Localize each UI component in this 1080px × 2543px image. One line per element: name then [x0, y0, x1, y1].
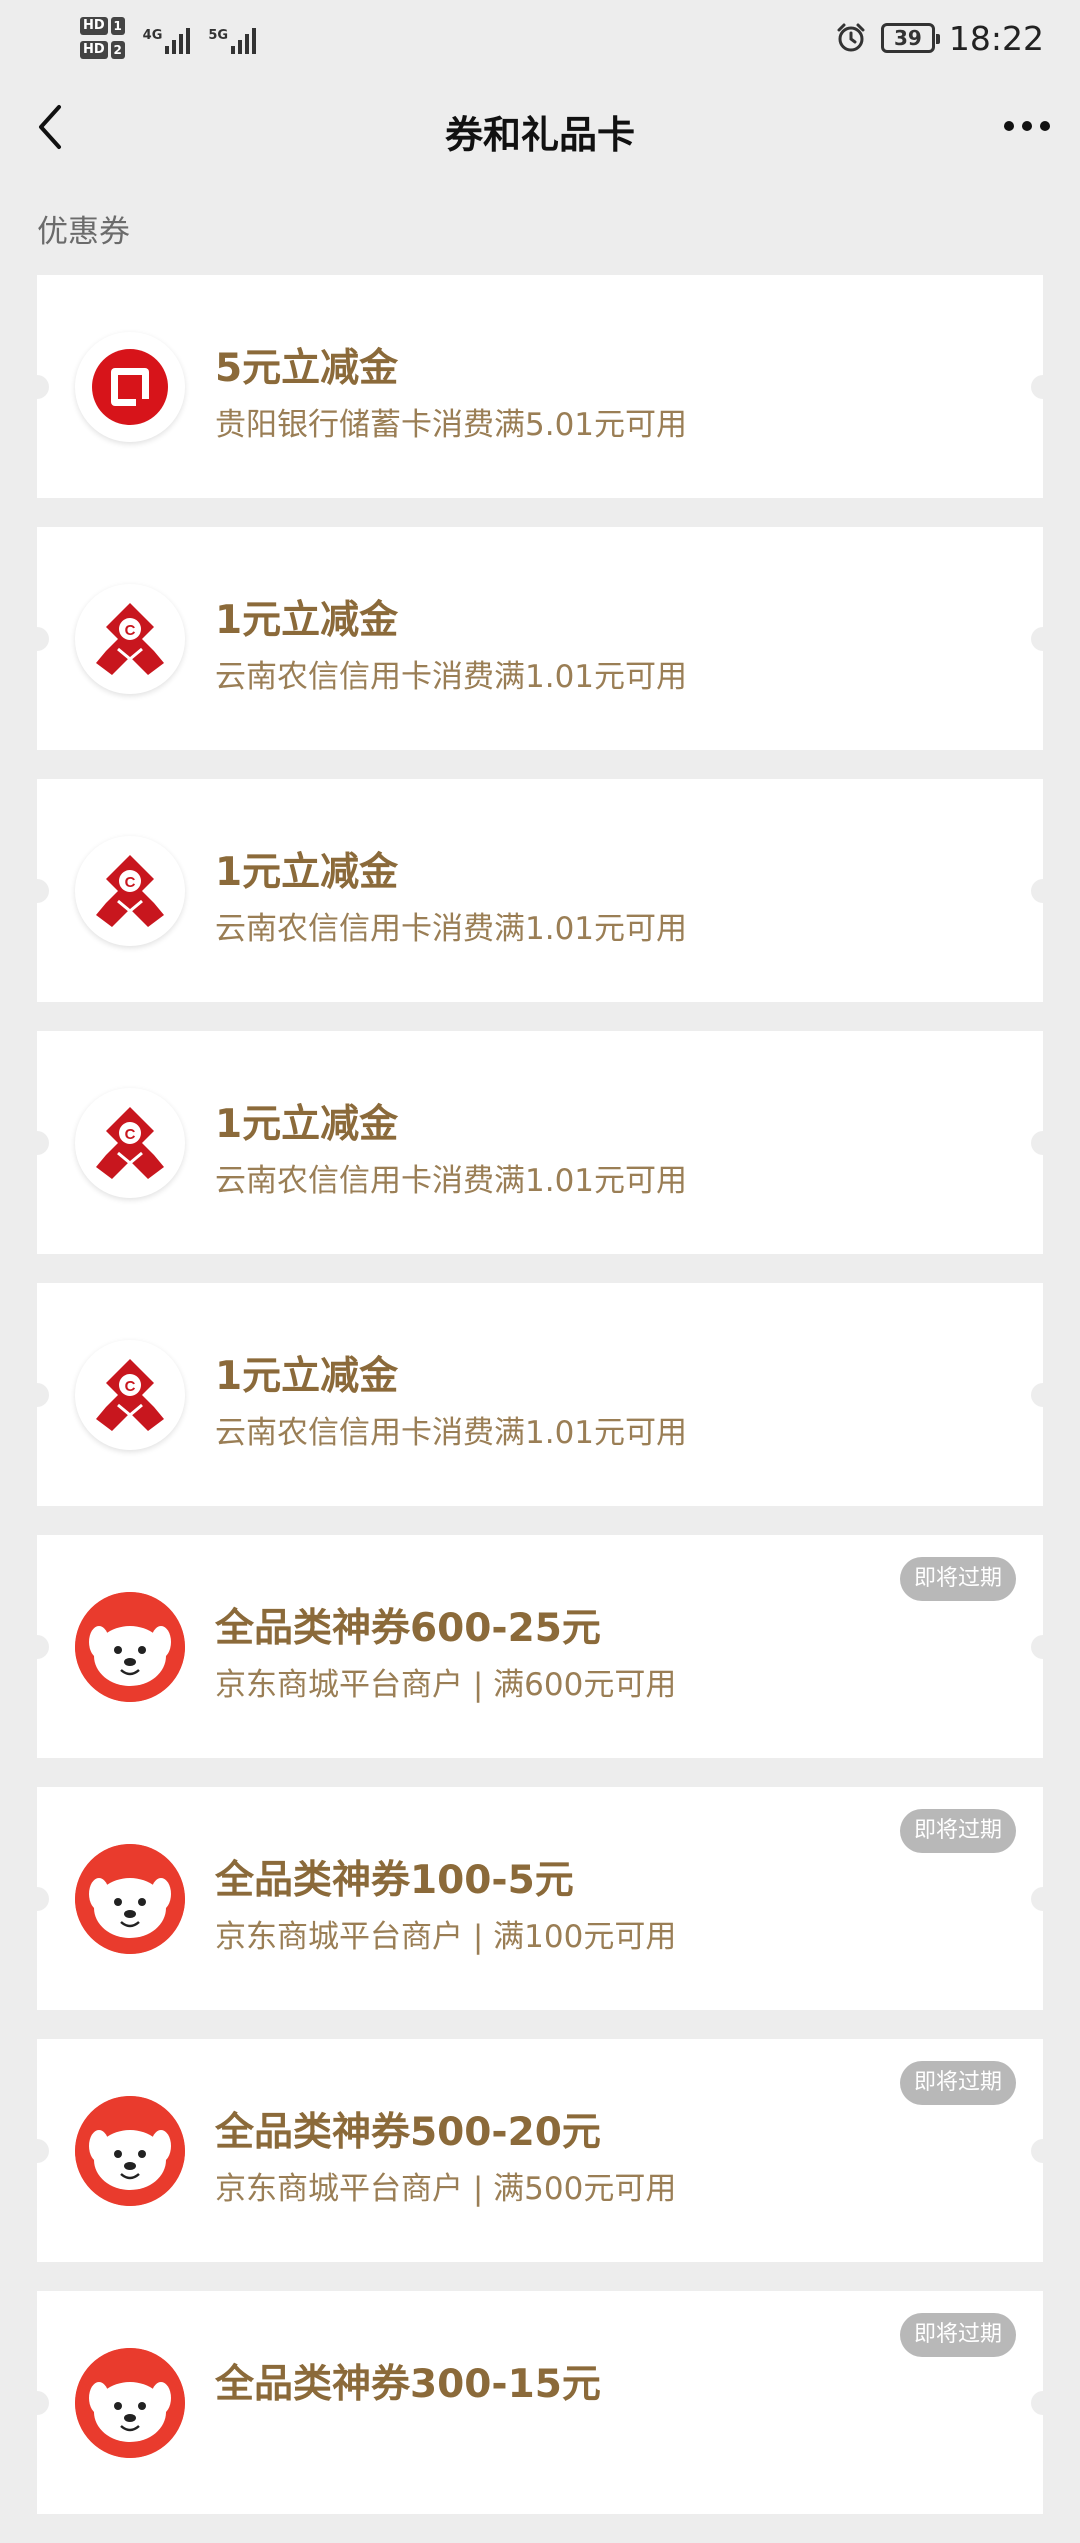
jd-joy-logo-icon: [75, 2348, 185, 2458]
network-type-2: 5G: [208, 28, 229, 43]
yunnan-rural-credit-logo-icon: C: [75, 1340, 185, 1450]
coupon-title: 全品类神券100-5元: [215, 1858, 574, 1903]
coupon-card[interactable]: 全品类神券100-5元 京东商城平台商户 | 满100元可用 即将过期: [37, 1787, 1043, 2010]
svg-text:C: C: [125, 622, 136, 639]
expiring-badge: 即将过期: [899, 1809, 1016, 1853]
coupon-title: 全品类神券500-20元: [215, 2110, 601, 2155]
coupon-card[interactable]: C 1元立减金 云南农信信用卡消费满1.01元可用: [37, 1283, 1043, 1506]
svg-text:C: C: [125, 874, 136, 891]
coupon-description: 云南农信信用卡消费满1.01元可用: [215, 659, 688, 695]
status-bar: HD 1 HD 2 4G 5G 39 18:22: [0, 0, 1080, 76]
signal-bars-icon: [231, 22, 257, 54]
svg-text:C: C: [125, 1378, 136, 1395]
more-dot-icon: [1040, 121, 1050, 131]
section-label-coupons: 优惠券: [37, 214, 130, 250]
svg-text:C: C: [125, 1126, 136, 1143]
jd-joy-logo-icon: [75, 1592, 185, 1702]
coupon-list: 5元立减金 贵阳银行储蓄卡消费满5.01元可用 C 1元立减金 云南农信信用卡消…: [37, 275, 1043, 2543]
expiring-badge: 即将过期: [899, 2313, 1016, 2357]
coupon-title: 全品类神券300-15元: [215, 2362, 601, 2407]
coupon-card[interactable]: C 1元立减金 云南农信信用卡消费满1.01元可用: [37, 527, 1043, 750]
coupon-description: 京东商城平台商户 | 满500元可用: [215, 2171, 677, 2207]
more-options-button[interactable]: [992, 96, 1062, 156]
yunnan-rural-credit-logo-icon: C: [75, 836, 185, 946]
battery-level: 39: [893, 26, 922, 50]
coupon-card[interactable]: 5元立减金 贵阳银行储蓄卡消费满5.01元可用: [37, 275, 1043, 498]
coupon-card[interactable]: 全品类神券300-15元 即将过期: [37, 2291, 1043, 2514]
battery-icon: 39: [880, 23, 940, 53]
coupon-description: 云南农信信用卡消费满1.01元可用: [215, 911, 688, 947]
expiring-badge: 即将过期: [899, 1557, 1016, 1601]
page-title: 券和礼品卡: [444, 113, 635, 157]
hd-indicators: HD 1 HD 2: [80, 17, 125, 59]
coupon-card[interactable]: C 1元立减金 云南农信信用卡消费满1.01元可用: [37, 779, 1043, 1002]
hd2-indicator: HD 2: [80, 41, 125, 59]
coupon-title: 1元立减金: [215, 1354, 399, 1399]
coupon-title: 1元立减金: [215, 850, 399, 895]
coupon-title: 5元立减金: [215, 346, 399, 391]
hd2-number: 2: [110, 41, 125, 59]
coupon-description: 云南农信信用卡消费满1.01元可用: [215, 1163, 688, 1199]
hd1-indicator: HD 1: [80, 17, 125, 35]
yunnan-rural-credit-logo-icon: C: [75, 584, 185, 694]
guiyang-bank-logo-icon: [75, 332, 185, 442]
more-dot-icon: [1004, 121, 1014, 131]
hd1-number: 1: [110, 17, 125, 35]
signal-bars-icon: [165, 22, 191, 54]
coupon-description: 贵阳银行储蓄卡消费满5.01元可用: [215, 407, 688, 443]
coupon-card[interactable]: 全品类神券600-25元 京东商城平台商户 | 满600元可用 即将过期: [37, 1535, 1043, 1758]
signal-1: 4G: [143, 22, 191, 54]
navigation-bar: 券和礼品卡: [0, 76, 1080, 182]
expiring-badge: 即将过期: [899, 2061, 1016, 2105]
status-bar-left: HD 1 HD 2 4G 5G: [80, 10, 257, 66]
hd1-badge: HD: [80, 17, 108, 35]
jd-joy-logo-icon: [75, 2096, 185, 2206]
status-time: 18:22: [948, 18, 1044, 58]
coupon-card[interactable]: 全品类神券500-20元 京东商城平台商户 | 满500元可用 即将过期: [37, 2039, 1043, 2262]
status-bar-right: 39 18:22: [835, 14, 1044, 62]
hd2-badge: HD: [80, 41, 108, 59]
coupon-description: 京东商城平台商户 | 满600元可用: [215, 1667, 677, 1703]
coupon-title: 全品类神券600-25元: [215, 1606, 601, 1651]
more-dot-icon: [1022, 121, 1032, 131]
network-type-1: 4G: [142, 28, 163, 43]
jd-joy-logo-icon: [75, 1844, 185, 1954]
coupon-title: 1元立减金: [215, 1102, 399, 1147]
signal-2: 5G: [208, 22, 257, 54]
coupon-title: 1元立减金: [215, 598, 399, 643]
alarm-icon: [837, 23, 865, 52]
coupon-card[interactable]: C 1元立减金 云南农信信用卡消费满1.01元可用: [37, 1031, 1043, 1254]
coupon-description: 云南农信信用卡消费满1.01元可用: [215, 1415, 688, 1451]
coupon-description: 京东商城平台商户 | 满100元可用: [215, 1919, 677, 1955]
yunnan-rural-credit-logo-icon: C: [75, 1088, 185, 1198]
